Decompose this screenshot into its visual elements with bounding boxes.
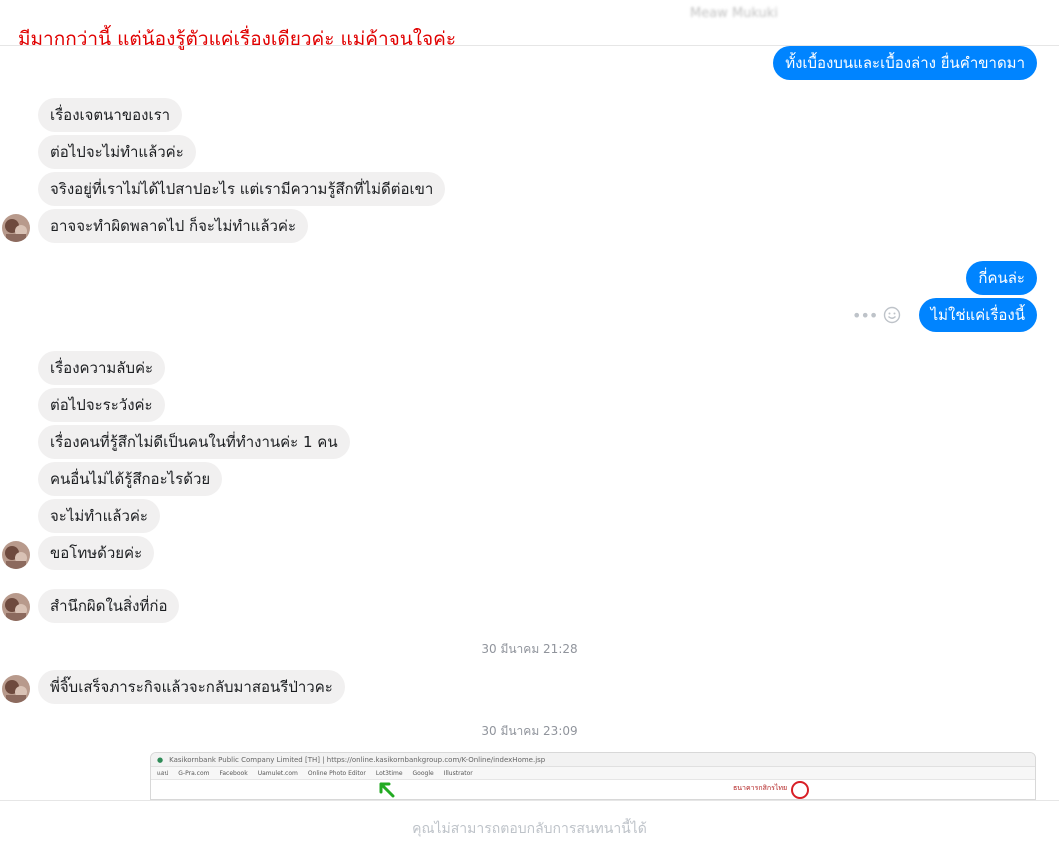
bookmark-item: แอป [157, 770, 169, 777]
bookmark-item: Facebook [219, 769, 248, 777]
avatar[interactable] [2, 675, 30, 703]
attachment-bank-name: ธนาคารกสิกรไทย [733, 784, 788, 792]
emoji-icon[interactable] [883, 306, 901, 324]
message-bubble-outgoing[interactable]: ไม่ใช่แค่เรื่องนี้ [918, 298, 1037, 332]
message-bubble-outgoing[interactable]: กี่คนล่ะ [966, 261, 1037, 295]
message-bubble-incoming[interactable]: ขอโทษด้วยค่ะ [38, 536, 155, 570]
bookmark-item: G-Pra.com [178, 769, 210, 777]
reply-disabled-notice: คุณไม่สามารถตอบกลับการสนทนานี้ได้ [412, 821, 647, 837]
bookmark-item: Online Photo Editor [307, 769, 366, 777]
avatar[interactable] [2, 593, 30, 621]
message-bubble-incoming[interactable]: เรื่องเจตนาของเรา [38, 98, 183, 132]
message-bubble-incoming[interactable]: ต่อไปจะไม่ทำแล้วค่ะ [38, 135, 196, 169]
bookmark-item: Illustrator [443, 769, 473, 777]
timestamp: 30 มีนาคม 23:09 [481, 724, 578, 738]
message-bubble-incoming[interactable]: เรื่องคนที่รู้สึกไม่ดีเป็นคนในที่ทำงานค่… [38, 425, 350, 459]
attachment-bookmarks: แอป G-Pra.com Facebook Uamulet.com Onlin… [151, 767, 1035, 780]
message-actions: ••• [852, 304, 901, 326]
message-bubble-incoming[interactable]: อาจจะทำผิดพลาดไป ก็จะไม่ทำแล้วค่ะ [38, 209, 309, 243]
overlay-caption: มีมากกว่านี้ แต่น้องรู้ตัวแค่เรื่องเดียว… [18, 28, 457, 50]
lock-icon: ● [157, 755, 164, 764]
message-bubble-outgoing[interactable]: ทั้งเบื้องบนและเบื้องล่าง ยื่นคำขาดมา [773, 46, 1037, 80]
message-bubble-incoming[interactable]: สำนึกผิดในสิ่งที่ก่อ [38, 589, 180, 623]
bookmark-item: Lot3time [375, 769, 403, 777]
avatar[interactable] [2, 541, 30, 569]
message-bubble-incoming[interactable]: จริงอยู่ที่เราไม่ได้ไปสาปอะไร แต่เรามีคว… [38, 172, 446, 206]
message-bubble-incoming[interactable]: จะไม่ทำแล้วค่ะ [38, 499, 160, 533]
message-bubble-incoming[interactable]: เรื่องความลับค่ะ [38, 351, 166, 385]
composer-disabled: คุณไม่สามารถตอบกลับการสนทนานี้ได้ [0, 800, 1059, 842]
image-attachment[interactable]: ● Kasikornbank Public Company Limited [T… [150, 752, 1036, 800]
message-bubble-incoming[interactable]: พี่จิ๊บเสร็จภาระกิจแล้วจะกลับมาสอนรีป่าว… [38, 670, 345, 704]
attachment-url: Kasikornbank Public Company Limited [TH]… [169, 755, 546, 764]
bookmark-item: Uamulet.com [257, 769, 298, 777]
bank-logo-icon [791, 781, 809, 799]
message-bubble-incoming[interactable]: ต่อไปจะระวังค่ะ [38, 388, 165, 422]
timestamp: 30 มีนาคม 21:28 [481, 642, 578, 656]
more-dots-icon[interactable]: ••• [852, 306, 878, 325]
attachment-page: ธนาคารกสิกรไทย [151, 780, 1035, 799]
contact-name[interactable]: Meaw Mukuki [690, 6, 778, 21]
message-bubble-incoming[interactable]: คนอื่นไม่ได้รู้สึกอะไรด้วย [38, 462, 223, 496]
bookmark-item: Google [412, 769, 434, 777]
avatar[interactable] [2, 214, 30, 242]
arrow-icon [379, 782, 395, 798]
attachment-url-bar: ● Kasikornbank Public Company Limited [T… [151, 753, 1035, 767]
